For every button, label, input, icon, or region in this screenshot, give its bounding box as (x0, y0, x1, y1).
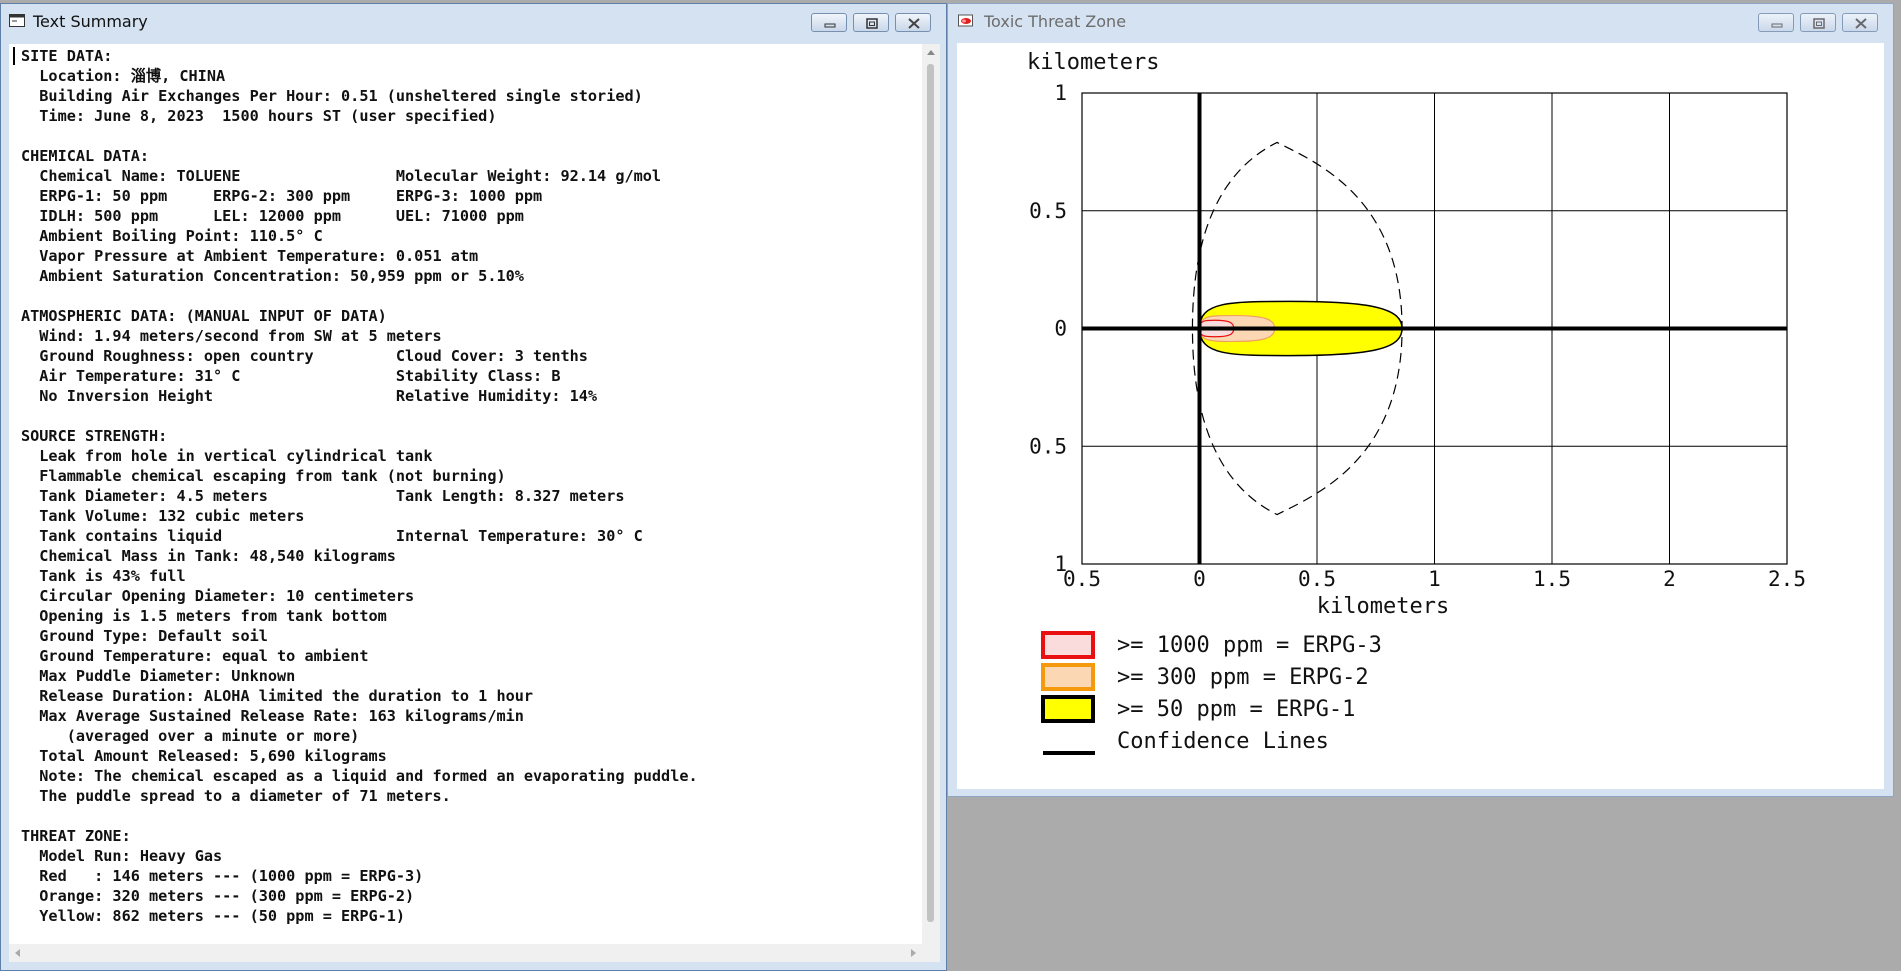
threat-zone-plot-area[interactable]: kilometers 1 0.5 0 0.5 1 0.5 0 0.5 1 1.5 2 2.5 kil… (957, 43, 1884, 789)
x-tick-label: 2 (1663, 567, 1676, 591)
minimize-button[interactable] (811, 13, 847, 32)
threat-zone-chart: kilometers 1 0.5 0 0.5 1 0.5 0 0.5 1 1.5 2 2.5 kil… (1027, 50, 1806, 755)
x-tick-label: 0 (1193, 567, 1206, 591)
x-tick-label: 0.5 (1063, 567, 1101, 591)
restore-icon (866, 18, 878, 29)
window-title: Toxic Threat Zone (984, 12, 1127, 31)
minimize-button[interactable] (1758, 13, 1794, 32)
summary-text: SITE DATA: Location: 淄博, CHINA Building … (21, 47, 698, 925)
maximize-button[interactable] (1800, 13, 1836, 32)
vertical-scroll-thumb[interactable] (927, 64, 934, 922)
minimize-icon (1771, 23, 1783, 28)
y-tick-label: 1 (1054, 81, 1067, 105)
text-caret (13, 47, 15, 65)
horizontal-scrollbar[interactable] (9, 944, 922, 962)
minimize-icon (824, 23, 836, 28)
legend-label: Confidence Lines (1117, 729, 1329, 754)
restore-icon (1813, 18, 1825, 29)
text-summary-titlebar[interactable]: Text Summary (1, 4, 946, 38)
window-title: Text Summary (33, 12, 148, 31)
x-tick-label: 1 (1428, 567, 1441, 591)
threat-zone-icon (958, 14, 973, 27)
close-button[interactable] (1842, 13, 1878, 32)
y-tick-label: 0.5 (1029, 434, 1067, 458)
x-tick-label: 2.5 (1768, 567, 1806, 591)
close-button[interactable] (895, 13, 931, 32)
legend-label: >= 1000 ppm = ERPG-3 (1117, 633, 1382, 658)
x-axis-unit-label: kilometers (1317, 594, 1449, 619)
scroll-left-icon (15, 949, 20, 957)
legend-swatch (1041, 695, 1095, 723)
x-tick-label: 1.5 (1533, 567, 1571, 591)
threat-zone-window: Toxic Threat Zone kilometers 1 0.5 0 0.5 1 0… (947, 3, 1894, 797)
y-axis-unit-label: kilometers (1027, 50, 1159, 75)
scroll-up-icon (927, 50, 935, 55)
y-tick-label: 0.5 (1029, 199, 1067, 223)
vertical-scrollbar[interactable] (922, 44, 940, 944)
scroll-right-icon (911, 949, 916, 957)
text-summary-window: Text Summary SITE DATA: Location: 淄博, CH… (0, 3, 947, 971)
close-icon (908, 18, 920, 29)
threat-zone-titlebar[interactable]: Toxic Threat Zone (948, 4, 1893, 38)
maximize-button[interactable] (853, 13, 889, 32)
size-grip[interactable] (922, 944, 940, 962)
legend-label: >= 50 ppm = ERPG-1 (1117, 697, 1355, 722)
close-icon (1855, 18, 1867, 29)
document-icon (9, 14, 25, 27)
legend: >= 1000 ppm = ERPG-3 >= 300 ppm = ERPG-2 >… (1041, 631, 1382, 755)
legend-swatch (1041, 631, 1095, 659)
y-tick-label: 0 (1054, 317, 1067, 341)
legend-label: >= 300 ppm = ERPG-2 (1117, 665, 1369, 690)
x-tick-label: 0.5 (1298, 567, 1336, 591)
text-summary-content[interactable]: SITE DATA: Location: 淄博, CHINA Building … (9, 44, 922, 944)
legend-swatch (1041, 663, 1095, 691)
y-tick-labels: 10.500.51 (1029, 81, 1067, 576)
x-tick-labels: 0.5 0 0.5 1 1.5 2 2.5 (1063, 567, 1806, 591)
